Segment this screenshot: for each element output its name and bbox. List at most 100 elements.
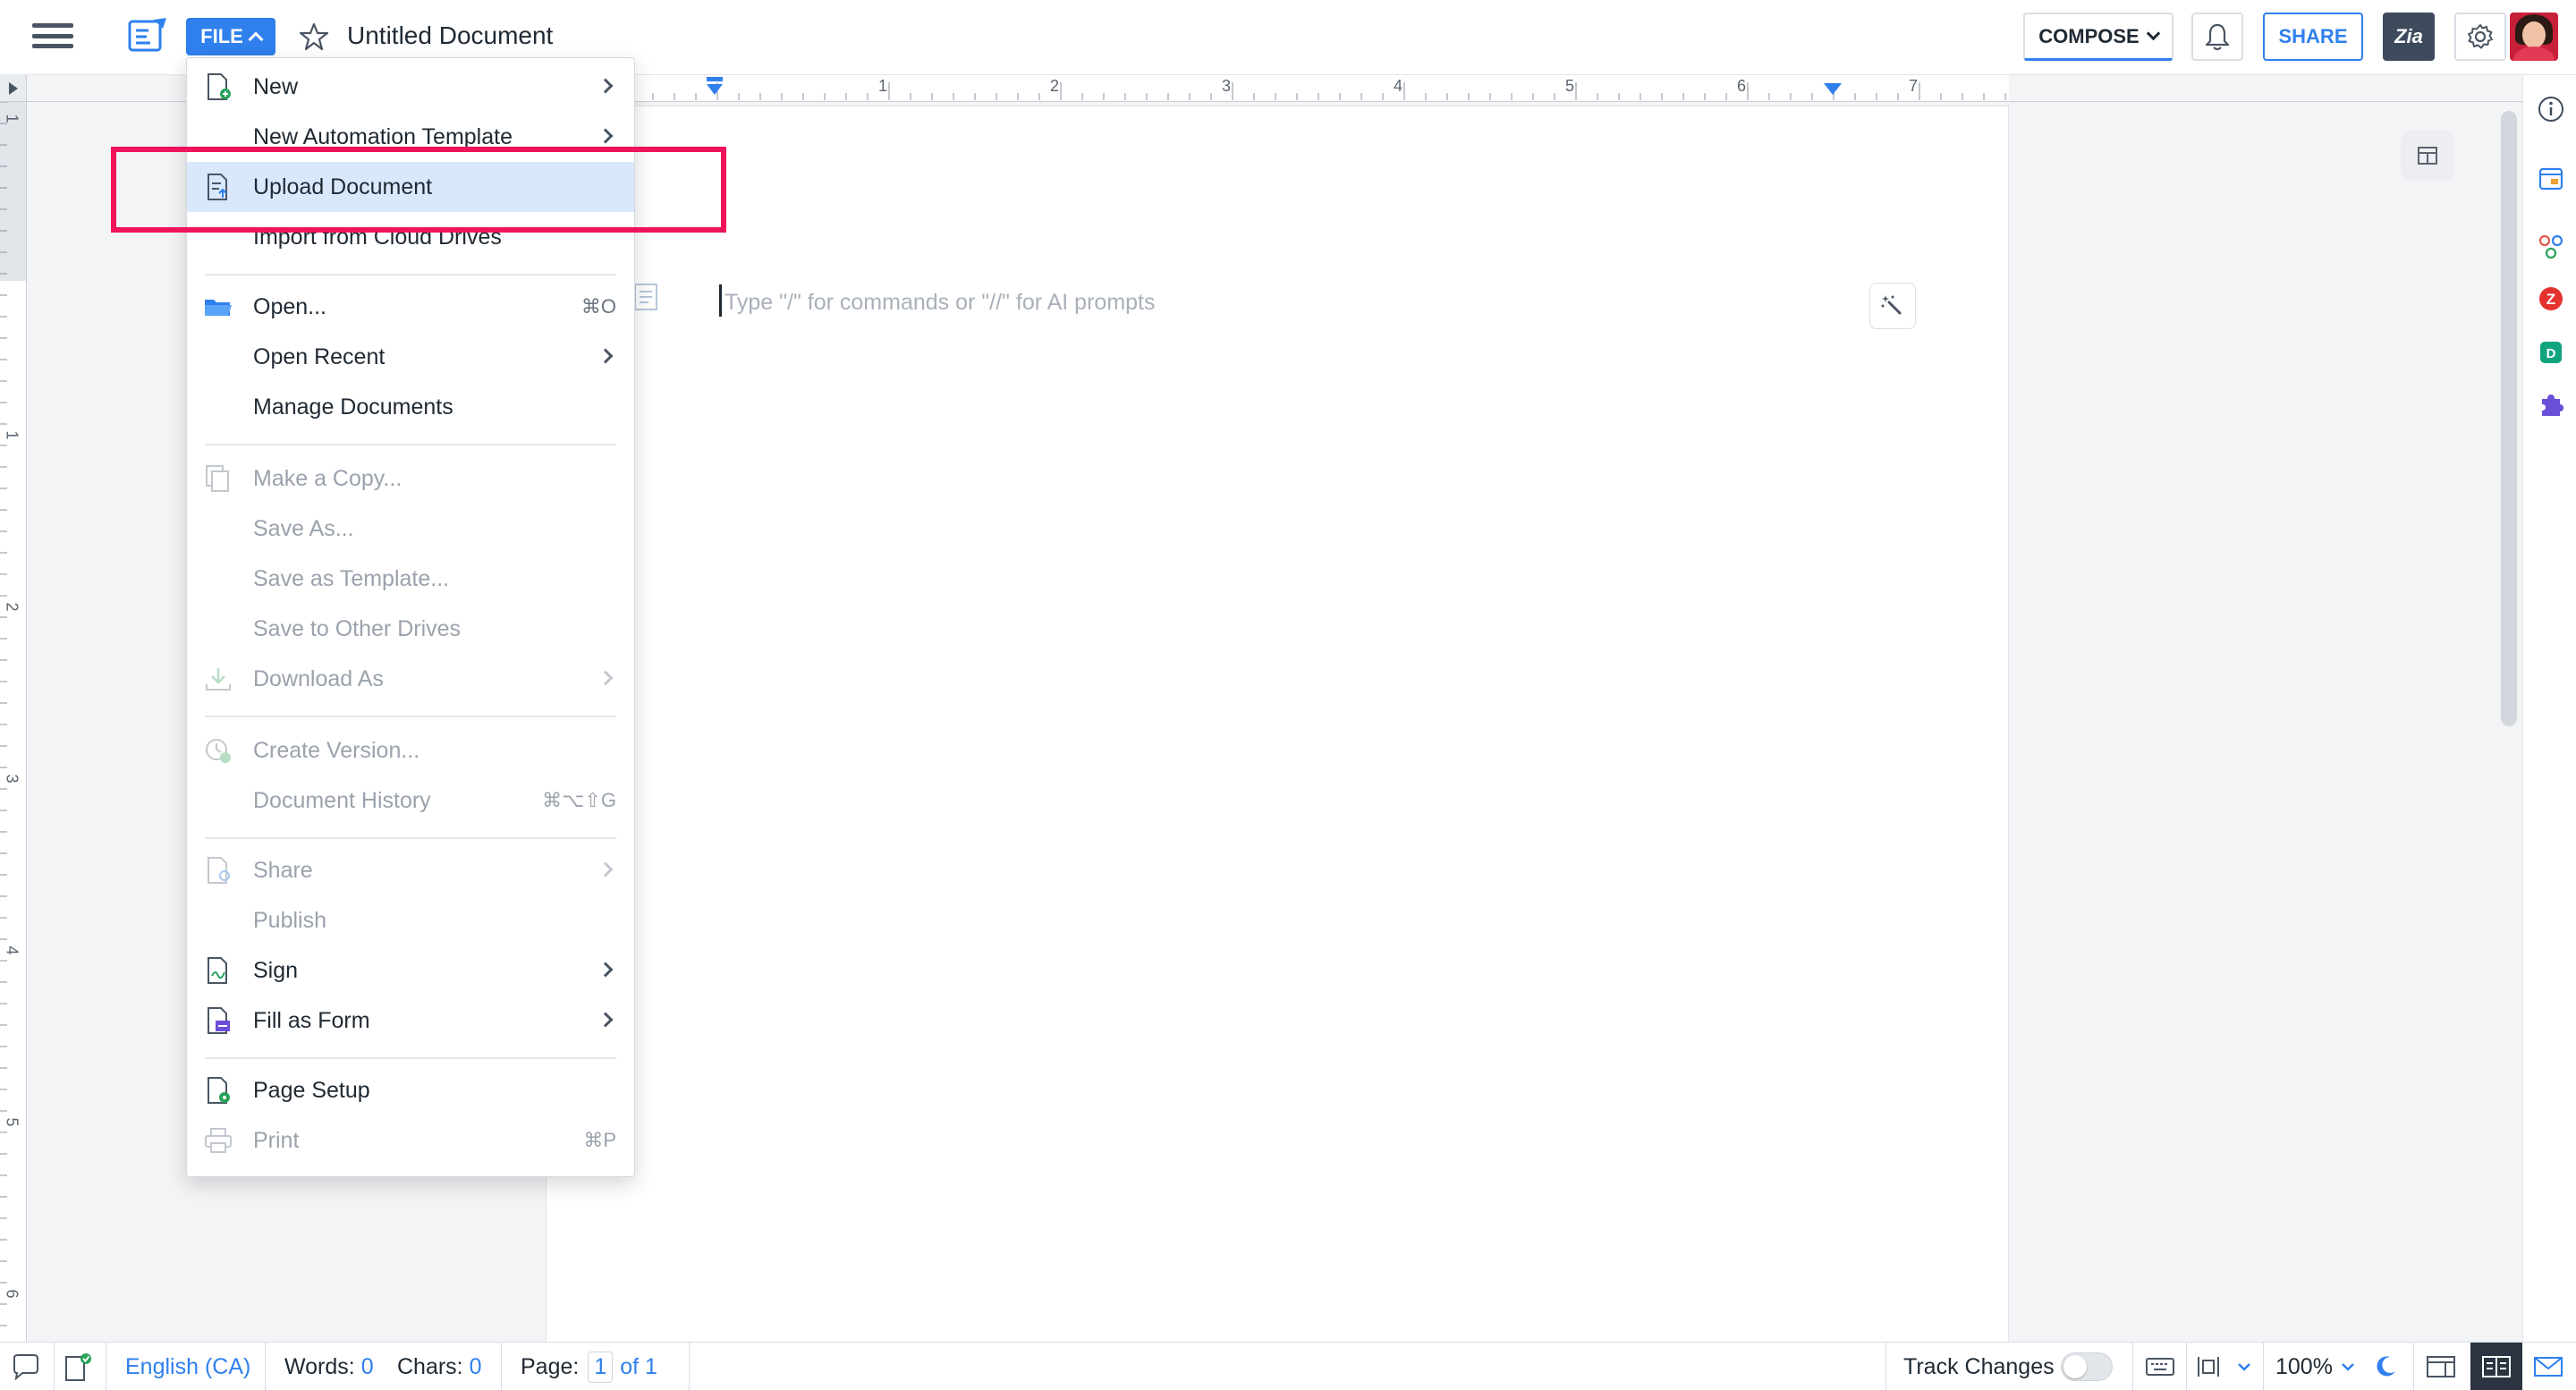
zoho-app-icon[interactable]: Z bbox=[2537, 284, 2565, 313]
menu-item-save-as-template[interactable]: Save as Template... bbox=[187, 554, 634, 604]
right-side-panel: Z D bbox=[2522, 75, 2576, 1342]
keyboard-icon[interactable] bbox=[2145, 1343, 2175, 1390]
menu-item-save-to-other-drives[interactable]: Save to Other Drives bbox=[187, 604, 634, 654]
settings-button[interactable] bbox=[2454, 13, 2506, 61]
chars-value: 0 bbox=[469, 1353, 482, 1379]
right-indent-marker-icon[interactable] bbox=[1823, 82, 1843, 97]
zoom-selector[interactable]: 100% bbox=[2275, 1343, 2358, 1390]
menu-item-save-as[interactable]: Save As... bbox=[187, 504, 634, 554]
menu-item-make-copy[interactable]: Make a Copy... bbox=[187, 453, 634, 504]
menu-item-label: Sign bbox=[253, 957, 299, 983]
file-menu-button[interactable]: FILE bbox=[186, 18, 275, 55]
read-mode-button[interactable] bbox=[2470, 1343, 2522, 1390]
magic-wand-icon bbox=[1881, 295, 1902, 315]
menu-divider bbox=[205, 274, 616, 275]
page-layout-button[interactable] bbox=[2401, 131, 2454, 181]
h-ruler-number: 2 bbox=[1050, 77, 1060, 95]
menu-item-download-as[interactable]: Download As bbox=[187, 654, 634, 704]
track-changes-toggle[interactable] bbox=[2061, 1343, 2113, 1390]
h-ruler-number: 5 bbox=[1565, 77, 1575, 95]
words-value: 0 bbox=[360, 1353, 374, 1379]
menu-item-document-history[interactable]: Document History ⌘⌥⇧G bbox=[187, 776, 634, 826]
text-cursor bbox=[719, 284, 722, 317]
menu-item-label: Save As... bbox=[253, 515, 354, 541]
share-doc-icon bbox=[208, 857, 230, 884]
form-icon bbox=[208, 1007, 230, 1034]
menu-item-new[interactable]: New bbox=[187, 62, 634, 112]
ruler-toggle-icon[interactable] bbox=[0, 75, 27, 102]
docs-app-icon[interactable]: D bbox=[2537, 338, 2565, 367]
mail-icon[interactable] bbox=[2533, 1343, 2563, 1390]
zoom-chevron-down-icon bbox=[2342, 1363, 2354, 1371]
chevron-down-icon bbox=[2146, 26, 2161, 41]
page-indicator[interactable]: Page: 1 of 1 bbox=[521, 1343, 657, 1390]
menu-item-shortcut: ⌘P bbox=[583, 1129, 616, 1151]
menu-item-publish[interactable]: Publish bbox=[187, 895, 634, 945]
star-icon[interactable] bbox=[299, 21, 329, 52]
dark-mode-moon-icon[interactable] bbox=[2372, 1343, 2399, 1390]
v-ruler-number: 6 bbox=[3, 1289, 21, 1299]
v-ruler-number: 3 bbox=[3, 774, 21, 784]
writer-logo-icon[interactable] bbox=[127, 16, 170, 55]
menu-item-label: Download As bbox=[253, 665, 384, 691]
paragraph-style-icon[interactable] bbox=[633, 283, 658, 311]
compose-label: COMPOSE bbox=[2038, 24, 2140, 47]
editor-placeholder[interactable]: Type "/" for commands or "//" for AI pro… bbox=[724, 290, 1156, 316]
vertical-ruler[interactable]: 1 1 2 3 4 5 6 bbox=[0, 102, 27, 1342]
web-layout-icon[interactable] bbox=[2426, 1343, 2456, 1390]
chevron-up-icon bbox=[248, 31, 264, 47]
annotation-highlight-box bbox=[111, 147, 726, 233]
menu-item-share[interactable]: Share bbox=[187, 845, 634, 895]
menu-item-label: Document History bbox=[253, 787, 431, 813]
status-bar: English (CA) Words: 0 Chars: 0 Page: 1 o… bbox=[0, 1342, 2576, 1390]
chevron-right-icon bbox=[597, 1012, 614, 1028]
left-indent-marker-icon[interactable] bbox=[705, 77, 724, 98]
menu-item-manage-documents[interactable]: Manage Documents bbox=[187, 382, 634, 432]
menu-item-page-setup[interactable]: Page Setup bbox=[187, 1065, 634, 1115]
hamburger-menu-icon[interactable] bbox=[32, 20, 73, 52]
menu-item-label: Create Version... bbox=[253, 737, 420, 763]
integrations-icon[interactable] bbox=[2537, 233, 2565, 261]
share-button[interactable]: SHARE bbox=[2263, 13, 2363, 61]
menu-item-fill-as-form[interactable]: Fill as Form bbox=[187, 996, 634, 1046]
view-chevron-down-icon[interactable] bbox=[2236, 1343, 2252, 1390]
folder-icon bbox=[205, 300, 232, 316]
menu-item-sign[interactable]: Sign bbox=[187, 945, 634, 996]
ai-assist-button[interactable] bbox=[1869, 283, 1916, 329]
bell-icon bbox=[2205, 23, 2230, 51]
comments-panel-icon[interactable] bbox=[2537, 165, 2565, 193]
chevron-right-icon bbox=[597, 128, 614, 144]
chevron-right-icon bbox=[597, 962, 614, 978]
puzzle-extensions-icon[interactable] bbox=[2537, 390, 2565, 419]
compose-button[interactable]: COMPOSE bbox=[2023, 13, 2174, 61]
sign-icon bbox=[208, 957, 227, 984]
user-avatar[interactable] bbox=[2510, 13, 2558, 61]
book-icon bbox=[2482, 1356, 2511, 1377]
menu-item-label: Open Recent bbox=[253, 343, 386, 369]
h-ruler-number: 7 bbox=[1909, 77, 1919, 95]
menu-item-open[interactable]: Open... ⌘O bbox=[187, 282, 634, 332]
zia-button[interactable]: Zia bbox=[2383, 13, 2435, 61]
h-ruler-number: 4 bbox=[1394, 77, 1403, 95]
gear-icon bbox=[2468, 24, 2493, 49]
page-number-input[interactable]: 1 bbox=[588, 1351, 614, 1383]
word-count: Words: 0 bbox=[284, 1343, 374, 1390]
page-view-icon[interactable] bbox=[2195, 1343, 2222, 1390]
document-title[interactable]: Untitled Document bbox=[347, 21, 553, 50]
menu-item-label: Print bbox=[253, 1127, 300, 1153]
v-ruler-number: 2 bbox=[3, 602, 21, 612]
v-ruler-number: 1 bbox=[3, 114, 21, 123]
menu-item-shortcut: ⌘⌥⇧G bbox=[542, 789, 616, 811]
chevron-right-icon bbox=[597, 348, 614, 364]
vertical-scrollbar[interactable] bbox=[2501, 111, 2517, 726]
page-label: Page: bbox=[521, 1353, 580, 1379]
language-selector[interactable]: English (CA) bbox=[125, 1343, 250, 1390]
menu-item-open-recent[interactable]: Open Recent bbox=[187, 332, 634, 382]
menu-item-create-version[interactable]: Create Version... bbox=[187, 725, 634, 776]
info-icon[interactable] bbox=[2537, 95, 2565, 123]
menu-item-print[interactable]: Print ⌘P bbox=[187, 1115, 634, 1165]
notifications-button[interactable] bbox=[2191, 13, 2243, 61]
v-ruler-number: 4 bbox=[3, 945, 21, 955]
chat-icon[interactable] bbox=[11, 1343, 41, 1390]
document-status-icon[interactable] bbox=[63, 1343, 93, 1390]
